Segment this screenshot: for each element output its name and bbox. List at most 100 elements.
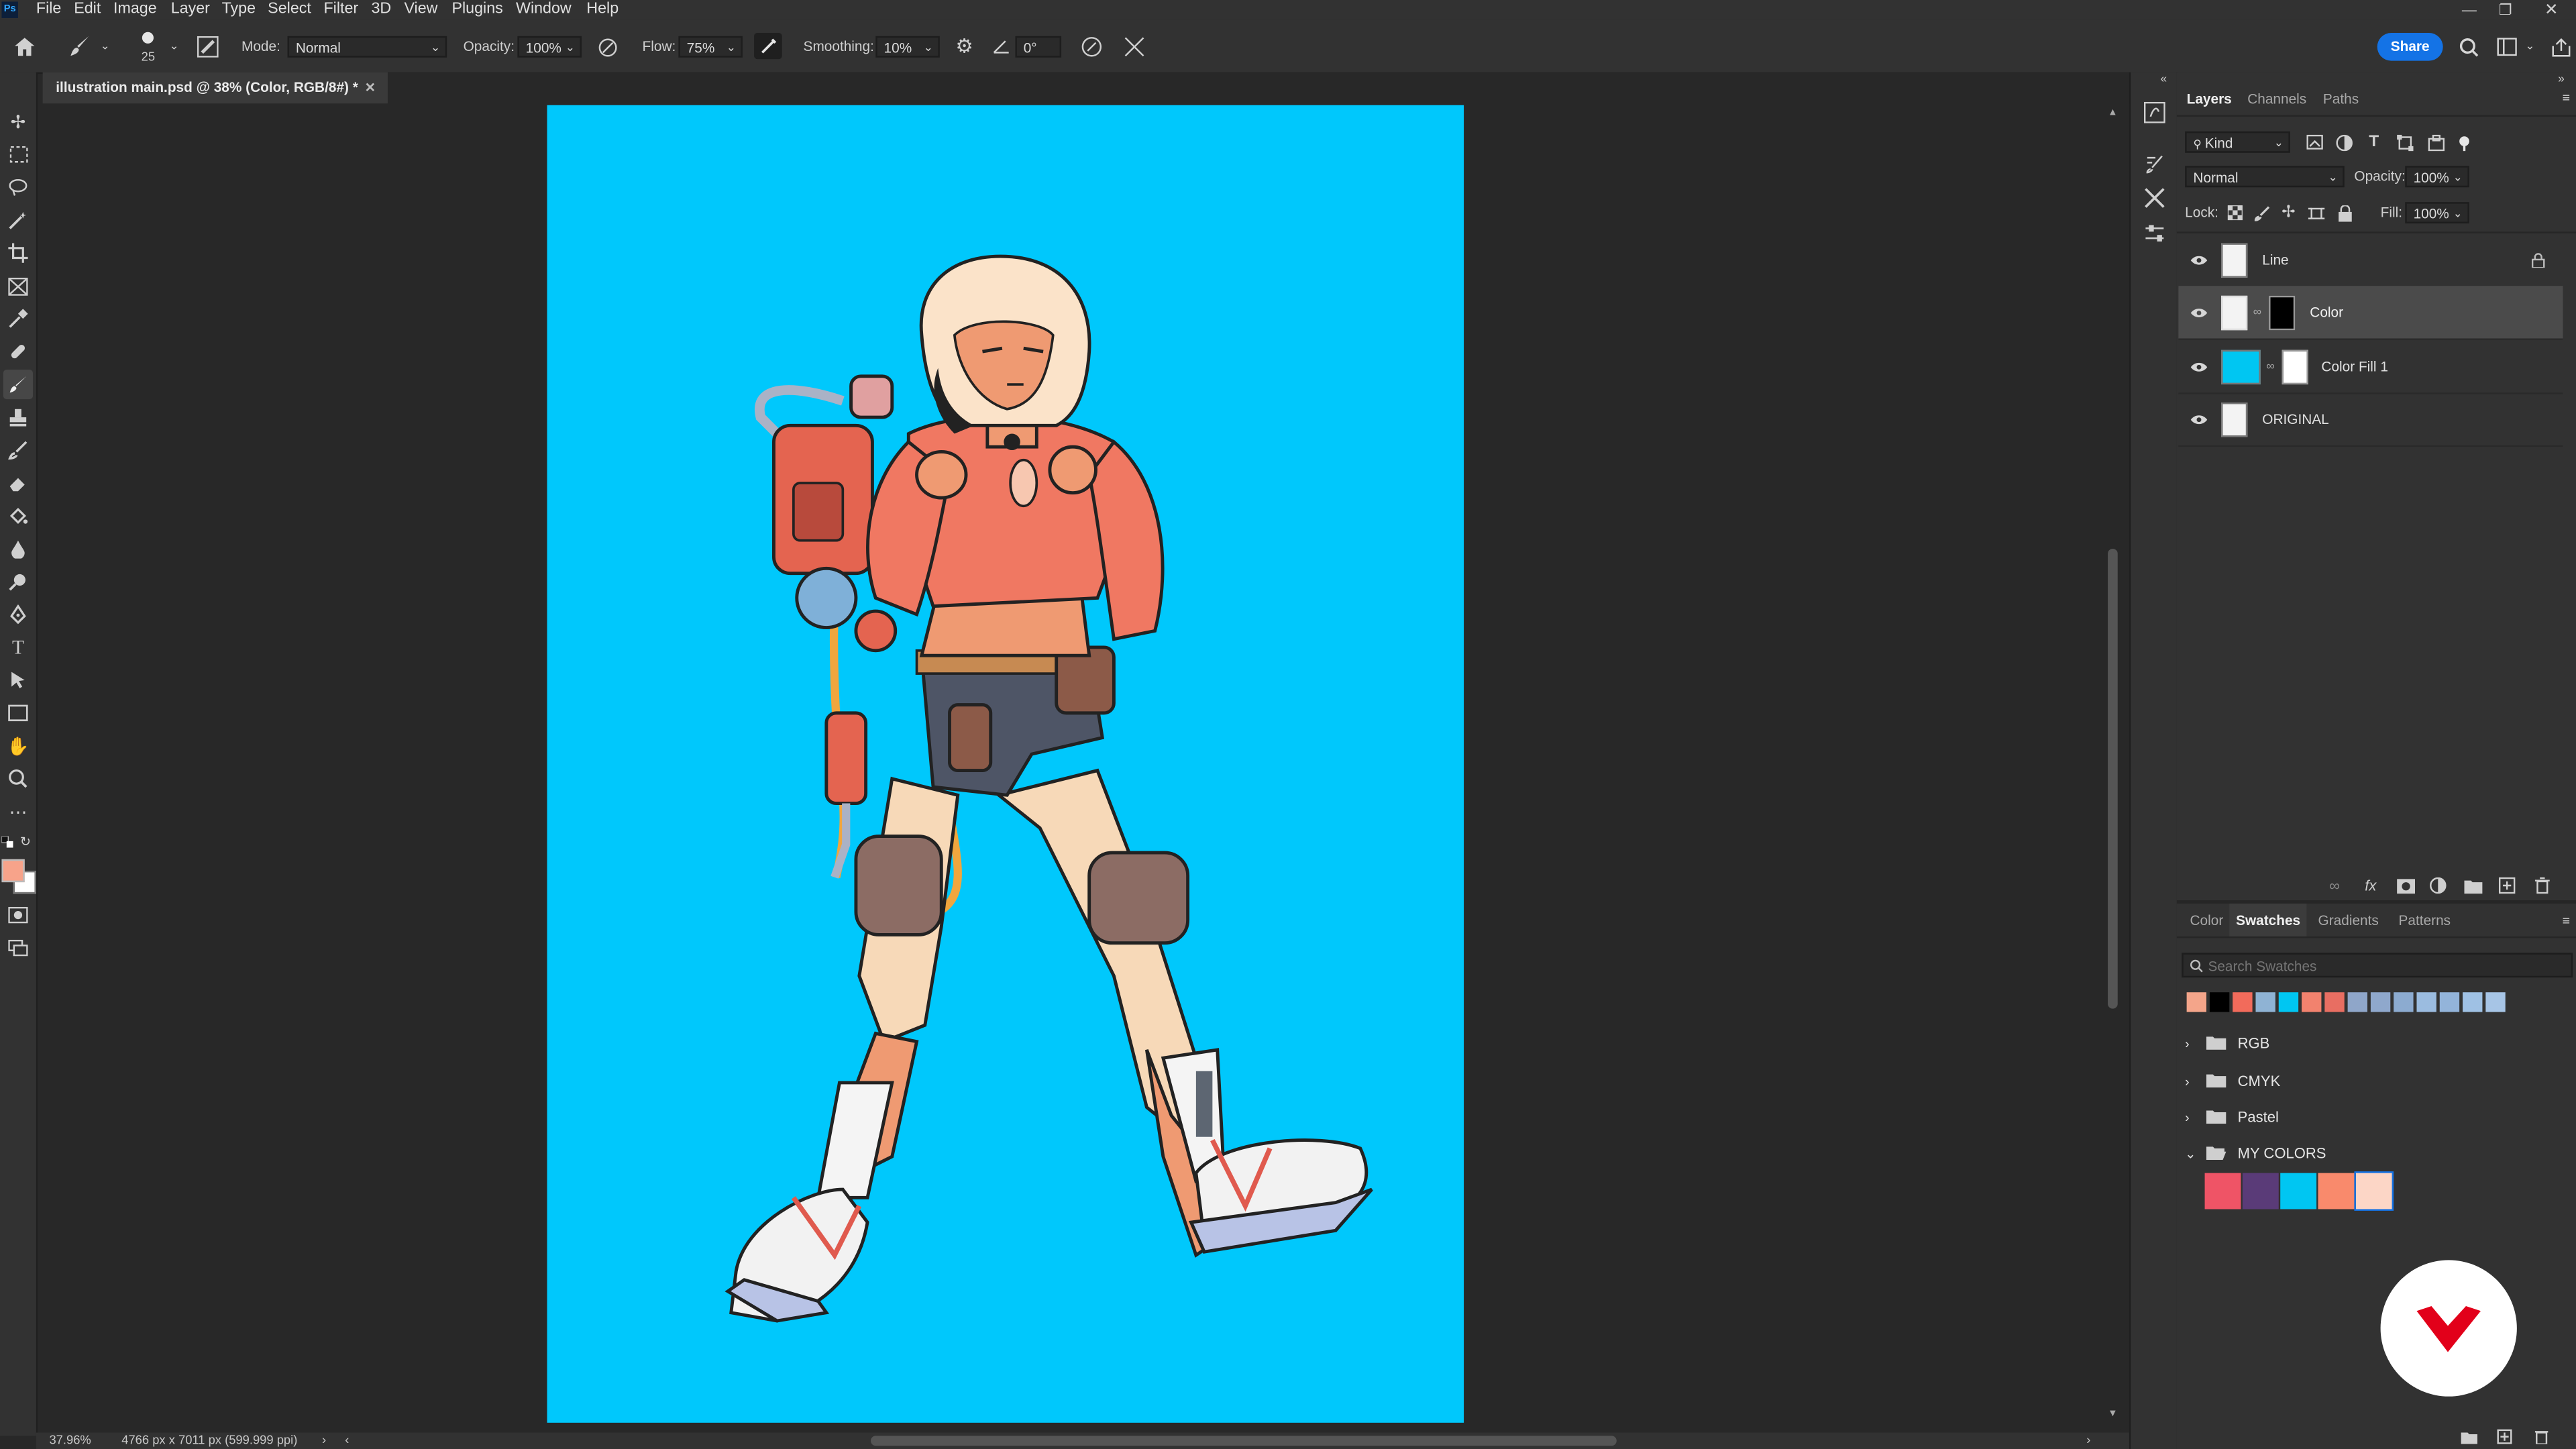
filter-pixel-icon[interactable]: [2305, 131, 2324, 153]
my-color-swatch[interactable]: [2354, 1171, 2394, 1211]
rectangle-tool-icon[interactable]: [5, 700, 31, 726]
search-icon[interactable]: [2456, 34, 2481, 59]
healing-brush-icon[interactable]: [5, 338, 31, 364]
recent-swatch[interactable]: [2463, 992, 2483, 1012]
group-folder-icon[interactable]: [2463, 875, 2482, 895]
export-icon[interactable]: [2548, 34, 2573, 59]
crop-tool-icon[interactable]: [5, 240, 31, 266]
swatch-search-box[interactable]: [2182, 953, 2573, 978]
menu-type[interactable]: Type: [222, 0, 256, 19]
stamp-tool-icon[interactable]: [5, 404, 31, 430]
tab-layers[interactable]: Layers: [2187, 82, 2232, 115]
my-color-swatch[interactable]: [2280, 1173, 2317, 1210]
scroll-left-icon[interactable]: ‹: [345, 1433, 349, 1449]
menu-filter[interactable]: Filter: [323, 0, 358, 19]
my-color-swatch[interactable]: [2318, 1173, 2355, 1210]
lock-artboard-icon[interactable]: [2306, 202, 2326, 223]
lock-pixels-icon[interactable]: [2253, 202, 2272, 223]
chevron-down-icon[interactable]: ⌄: [99, 40, 112, 52]
share-button[interactable]: Share: [2377, 32, 2443, 61]
group-folder-icon[interactable]: [2459, 1428, 2479, 1446]
menu-plugins[interactable]: Plugins: [451, 0, 502, 19]
angle-input[interactable]: 0°: [1015, 36, 1062, 58]
gear-icon[interactable]: ⚙: [953, 34, 975, 57]
swatch-folder-cmyk[interactable]: › CMYK: [2185, 1065, 2280, 1097]
recent-swatch[interactable]: [2439, 992, 2460, 1012]
swatch-folder-my-colors[interactable]: ⌄ MY COLORS: [2185, 1137, 2326, 1170]
flow-input[interactable]: 75% ⌄: [678, 36, 743, 58]
type-tool-icon[interactable]: T: [5, 634, 31, 660]
recent-swatch[interactable]: [2485, 992, 2506, 1012]
trash-icon[interactable]: [2532, 1428, 2551, 1446]
frame-tool-icon[interactable]: [5, 273, 31, 299]
hand-tool-icon[interactable]: ✋: [5, 733, 31, 759]
swatch-folder-rgb[interactable]: › RGB: [2185, 1027, 2269, 1060]
filter-adjustment-icon[interactable]: [2334, 131, 2354, 153]
blend-mode-select[interactable]: Normal ⌄: [2185, 166, 2345, 188]
workspace-icon[interactable]: [2494, 34, 2519, 59]
recent-swatch[interactable]: [2370, 992, 2391, 1012]
tab-patterns[interactable]: Patterns: [2399, 904, 2451, 936]
smoothing-input[interactable]: 10% ⌄: [875, 36, 940, 58]
lasso-tool-icon[interactable]: [5, 174, 31, 201]
menu-edit[interactable]: Edit: [74, 0, 101, 19]
layer-row[interactable]: ∞ Color Fill 1: [2178, 340, 2563, 394]
scroll-up-icon[interactable]: ▲: [2104, 109, 2121, 122]
pressure-size-icon[interactable]: [1078, 33, 1106, 59]
new-layer-icon[interactable]: [2497, 875, 2516, 895]
recent-swatch[interactable]: [2278, 992, 2299, 1012]
swatch-folder-pastel[interactable]: › Pastel: [2185, 1101, 2279, 1134]
default-colors-icon[interactable]: [0, 835, 13, 848]
opacity-input[interactable]: 100% ⌄: [517, 36, 582, 58]
panel-menu-icon[interactable]: ≡: [2558, 89, 2574, 105]
foreground-color-swatch[interactable]: [1, 859, 25, 883]
my-color-swatch[interactable]: [2242, 1173, 2279, 1210]
tab-color[interactable]: Color: [2190, 904, 2224, 936]
path-selection-icon[interactable]: [5, 667, 31, 693]
recent-swatch[interactable]: [2302, 992, 2322, 1012]
menu-view[interactable]: View: [404, 0, 437, 19]
recent-swatch[interactable]: [2233, 992, 2253, 1012]
recent-swatch[interactable]: [2394, 992, 2414, 1012]
recent-swatch[interactable]: [2255, 992, 2275, 1012]
minimize-icon[interactable]: —: [2458, 0, 2481, 19]
swap-colors-icon[interactable]: ↻: [18, 835, 33, 849]
canvas[interactable]: [547, 105, 1464, 1423]
screen-mode-icon[interactable]: [5, 936, 31, 959]
tab-swatches[interactable]: Swatches: [2229, 903, 2307, 936]
adjustment-layer-icon[interactable]: [2428, 875, 2448, 895]
zoom-tool-icon[interactable]: [5, 765, 31, 792]
vertical-scroll-thumb[interactable]: [2108, 548, 2118, 1009]
layer-row[interactable]: Line: [2178, 233, 2563, 288]
collapse-icon[interactable]: «: [2154, 72, 2174, 86]
symmetry-icon[interactable]: [1120, 33, 1148, 59]
more-tools-icon[interactable]: ⋯: [5, 800, 31, 823]
history-brush-icon[interactable]: [5, 437, 31, 463]
close-tab-icon[interactable]: ✕: [365, 72, 376, 104]
document-tab[interactable]: illustration main.psd @ 38% (Color, RGB/…: [42, 72, 388, 104]
recent-swatch[interactable]: [2347, 992, 2368, 1012]
zoom-level[interactable]: 37.96%: [49, 1433, 91, 1449]
horizontal-scroll-thumb[interactable]: [870, 1436, 1617, 1446]
menu-image[interactable]: Image: [113, 0, 157, 19]
eye-icon[interactable]: [2188, 250, 2208, 269]
menu-3d[interactable]: 3D: [371, 0, 391, 19]
eye-icon[interactable]: [2188, 356, 2208, 376]
add-mask-icon[interactable]: [2396, 875, 2415, 895]
eye-icon[interactable]: [2188, 303, 2208, 322]
link-layers-icon[interactable]: ∞: [2324, 875, 2344, 895]
pen-tool-icon[interactable]: [5, 601, 31, 627]
learn-panel-icon[interactable]: [2139, 99, 2169, 125]
magic-wand-icon[interactable]: [5, 207, 31, 233]
recent-swatch[interactable]: [2209, 992, 2230, 1012]
menu-file[interactable]: File: [36, 0, 62, 19]
chevron-down-icon[interactable]: ⌄: [2524, 40, 2537, 52]
filter-type-icon[interactable]: T: [2364, 131, 2383, 153]
dodge-tool-icon[interactable]: [5, 568, 31, 594]
recent-swatch[interactable]: [2324, 992, 2345, 1012]
tab-gradients[interactable]: Gradients: [2318, 904, 2379, 936]
tab-channels[interactable]: Channels: [2247, 82, 2306, 115]
close-window-icon[interactable]: ✕: [2540, 0, 2563, 19]
paint-bucket-icon[interactable]: [5, 502, 31, 529]
brush-settings-icon[interactable]: [194, 34, 220, 57]
